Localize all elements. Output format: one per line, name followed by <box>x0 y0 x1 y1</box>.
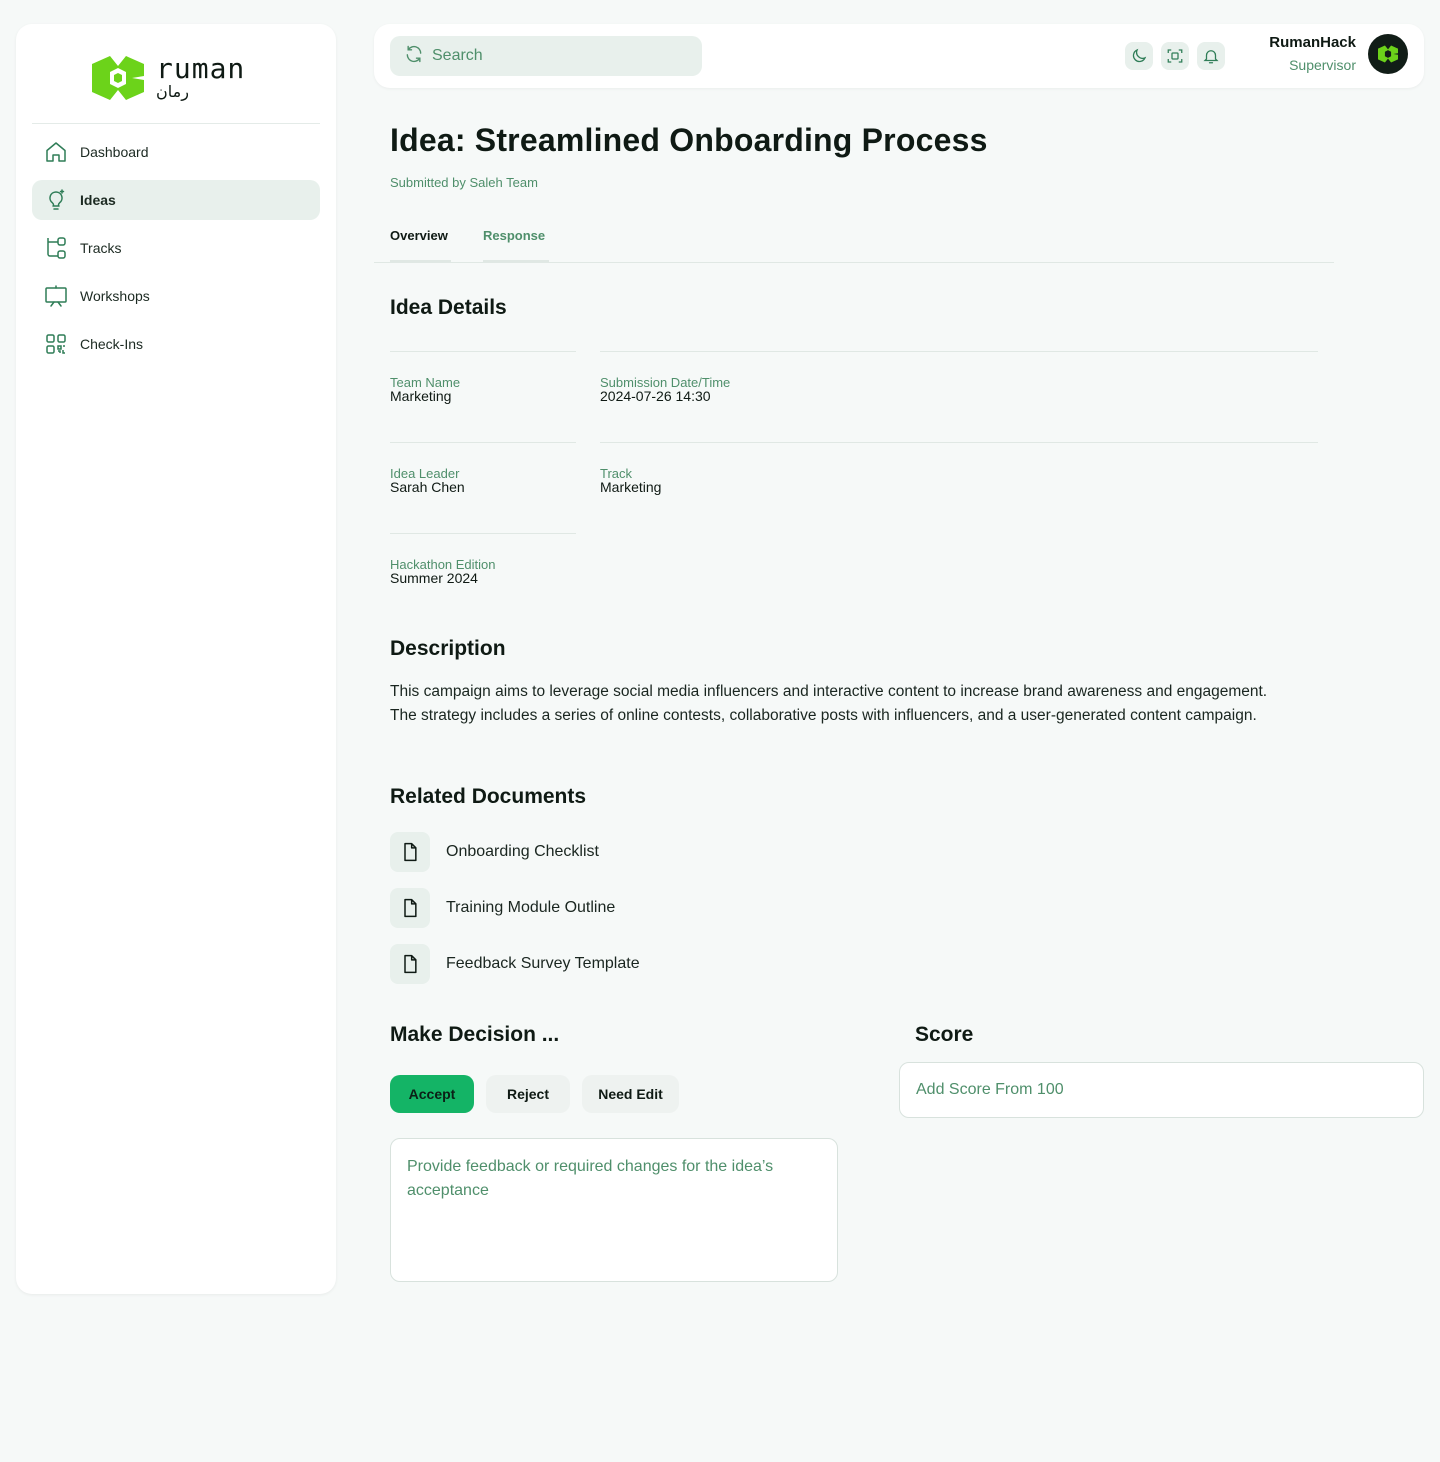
top-bar: RumanHack Supervisor <box>374 24 1424 88</box>
qr-code-icon <box>44 332 68 356</box>
document-name: Feedback Survey Template <box>446 955 640 972</box>
file-icon <box>390 944 430 984</box>
need-edit-button[interactable]: Need Edit <box>582 1075 679 1113</box>
sidebar-item-label: Tracks <box>80 240 122 256</box>
sidebar-item-dashboard[interactable]: Dashboard <box>32 132 320 172</box>
logo-wordmark-latin: ruman <box>156 52 246 85</box>
detail-submission-date: Submission Date/Time 2024-07-26 14:30 <box>600 351 1318 442</box>
detail-team-name: Team Name Marketing <box>390 351 576 442</box>
description-text: This campaign aims to leverage social me… <box>390 683 1268 724</box>
document-link[interactable]: Feedback Survey Template <box>390 944 640 984</box>
detail-track: Track Marketing <box>600 442 1318 533</box>
ruman-logo-mark-icon <box>92 56 144 100</box>
detail-label: Track <box>600 466 633 481</box>
detail-idea-leader: Idea Leader Sarah Chen <box>390 442 576 533</box>
feedback-textarea[interactable] <box>390 1138 838 1282</box>
detail-value: Sarah Chen <box>390 479 465 495</box>
search-input[interactable] <box>432 47 682 65</box>
search-box[interactable] <box>390 36 702 76</box>
accept-button[interactable]: Accept <box>390 1075 474 1113</box>
page-title: Idea: Streamlined Onboarding Process <box>390 122 988 158</box>
sidebar-nav: Dashboard Ideas Tracks Workshops Check-I… <box>32 132 320 372</box>
reject-button[interactable]: Reject <box>486 1075 570 1113</box>
lightbulb-icon <box>44 188 68 212</box>
sidebar-item-label: Dashboard <box>80 144 149 160</box>
file-icon <box>390 888 430 928</box>
sidebar-item-label: Ideas <box>80 192 116 208</box>
detail-value: Marketing <box>390 388 452 404</box>
document-name: Training Module Outline <box>446 899 616 916</box>
user-name: RumanHack <box>1269 34 1356 51</box>
detail-value: Marketing <box>600 479 662 495</box>
ruman-logo-mark-icon <box>1378 45 1398 63</box>
page-subtitle: Submitted by Saleh Team <box>390 175 538 190</box>
file-icon <box>390 832 430 872</box>
tab-response[interactable]: Response <box>483 218 549 263</box>
detail-value: 2024-07-26 14:30 <box>600 388 711 404</box>
moon-icon[interactable] <box>1125 42 1153 70</box>
search-icon <box>404 44 424 69</box>
ruman-logo[interactable]: ruman رمان <box>92 54 264 102</box>
presentation-icon <box>44 284 68 308</box>
sidebar: ruman رمان Dashboard Ideas Tracks Worksh… <box>16 24 336 1294</box>
tab-overview[interactable]: Overview <box>390 218 451 263</box>
sidebar-item-workshops[interactable]: Workshops <box>32 276 320 316</box>
home-icon <box>44 140 68 164</box>
sidebar-item-check-ins[interactable]: Check-Ins <box>32 324 320 364</box>
score-heading: Score <box>915 1023 974 1046</box>
score-input[interactable] <box>899 1062 1424 1118</box>
sidebar-item-tracks[interactable]: Tracks <box>32 228 320 268</box>
sidebar-item-ideas[interactable]: Ideas <box>32 180 320 220</box>
tab-bar: Overview Response <box>374 218 1334 263</box>
sidebar-item-label: Workshops <box>80 288 150 304</box>
user-info[interactable]: RumanHack Supervisor <box>1269 34 1356 73</box>
idea-details-heading: Idea Details <box>390 296 507 319</box>
avatar[interactable] <box>1368 34 1408 74</box>
document-link[interactable]: Onboarding Checklist <box>390 832 599 872</box>
description-heading: Description <box>390 637 506 660</box>
sidebar-item-label: Check-Ins <box>80 336 144 352</box>
tracks-icon <box>44 236 68 260</box>
user-role: Supervisor <box>1289 57 1356 73</box>
related-documents-heading: Related Documents <box>390 785 587 808</box>
header-actions <box>1125 42 1225 70</box>
document-name: Onboarding Checklist <box>446 843 599 860</box>
detail-hackathon-edition: Hackathon Edition Summer 2024 <box>390 533 576 624</box>
bell-icon[interactable] <box>1197 42 1225 70</box>
document-link[interactable]: Training Module Outline <box>390 888 615 928</box>
make-decision-heading: Make Decision ... <box>390 1023 560 1046</box>
logo-wordmark-arabic: رمان <box>156 84 189 101</box>
detail-value: Summer 2024 <box>390 570 478 586</box>
sidebar-divider <box>32 123 320 124</box>
scan-icon[interactable] <box>1161 42 1189 70</box>
